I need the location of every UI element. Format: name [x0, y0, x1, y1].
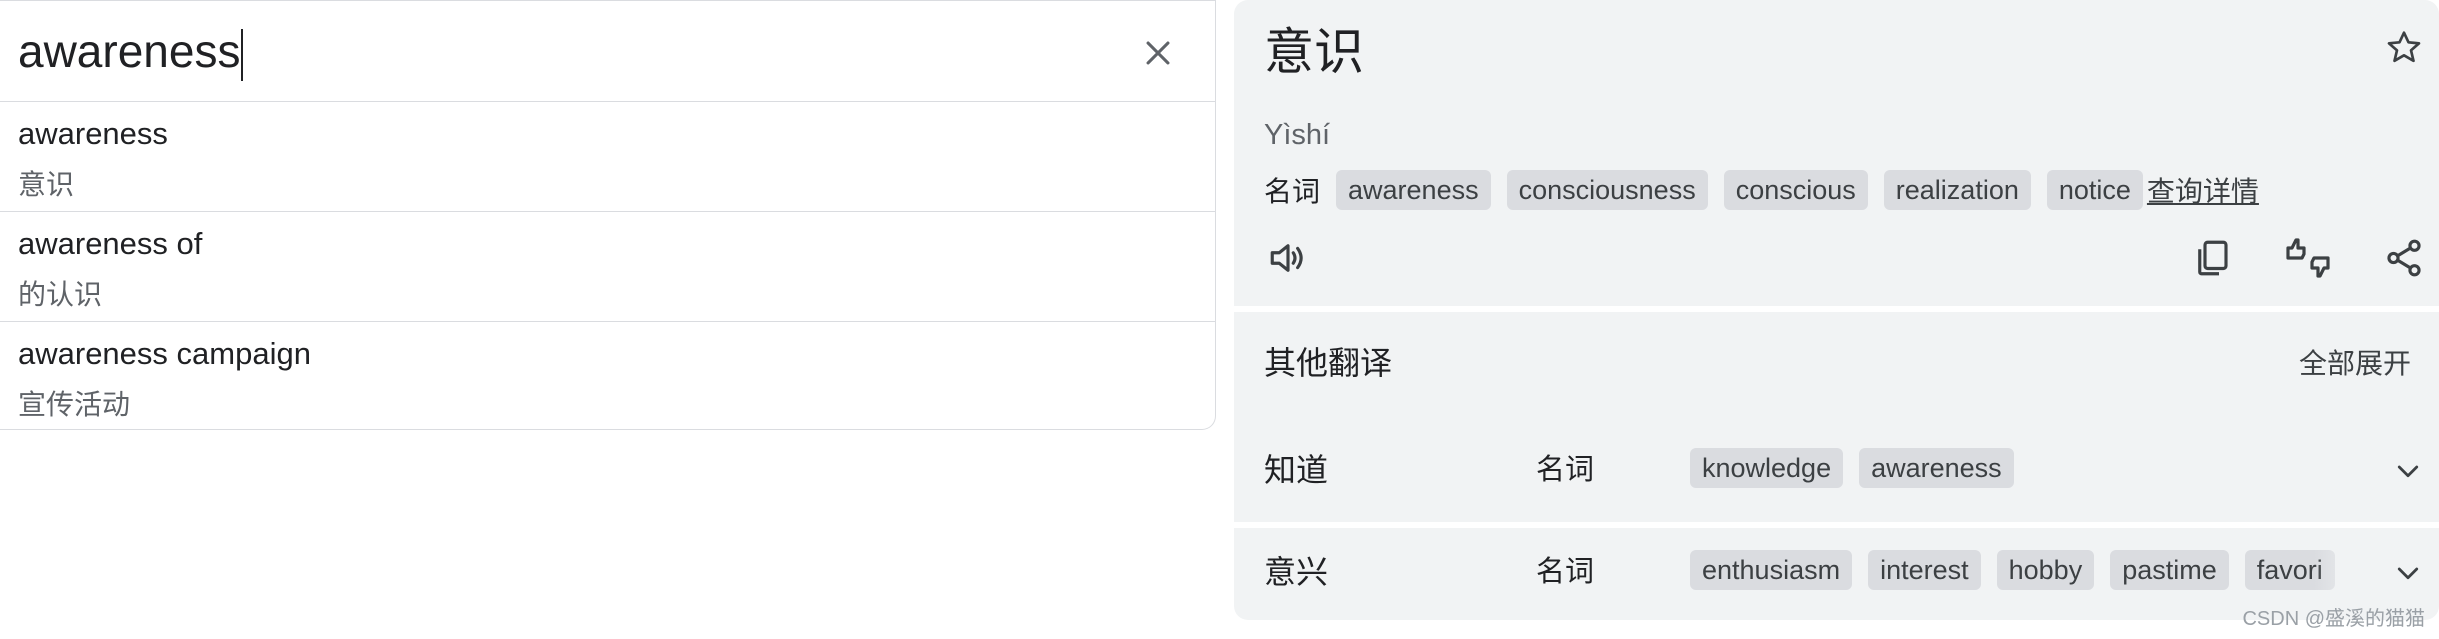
- suggestion-item[interactable]: awareness 意识: [0, 102, 1215, 212]
- expand-row-button[interactable]: [2390, 454, 2426, 490]
- thumbs-rate-icon: [2286, 238, 2330, 278]
- suggestion-term: awareness campaign: [18, 336, 311, 371]
- other-translation-word: 知道: [1264, 452, 1329, 488]
- romanization-text: Yìshí: [1264, 119, 1331, 151]
- star-icon: [2387, 31, 2421, 63]
- share-icon: [2387, 239, 2421, 277]
- suggestion-list: awareness 意识 awareness of 的认识 awareness …: [0, 102, 1215, 429]
- back-translation-chip[interactable]: interest: [1868, 550, 1981, 590]
- source-input-row: awareness: [0, 1, 1215, 102]
- suggestion-item[interactable]: awareness campaign 宣传活动: [0, 322, 1215, 429]
- main-translation-card: 意识 Yìshí 名词 awareness consciousness cons…: [1234, 0, 2439, 306]
- close-icon: [1146, 41, 1170, 65]
- copy-icon: [2198, 240, 2228, 276]
- other-translation-chips: enthusiasm interest hobby pastime favori: [1690, 550, 2370, 590]
- synonym-chip[interactable]: consciousness: [1506, 170, 1708, 210]
- copy-button[interactable]: [2188, 234, 2236, 282]
- back-translation-chip[interactable]: awareness: [1859, 448, 2014, 488]
- other-translations-title: 其他翻译: [1264, 345, 1393, 381]
- part-of-speech: 名词: [1264, 176, 1321, 207]
- back-translation-chip[interactable]: enthusiasm: [1690, 550, 1853, 590]
- suggestion-item[interactable]: awareness of 的认识: [0, 212, 1215, 322]
- back-translation-chip[interactable]: knowledge: [1690, 448, 1844, 488]
- expand-all-button[interactable]: 全部展开: [2299, 344, 2411, 384]
- watermark-text: CSDN @盛溪的猫猫: [2242, 608, 2425, 630]
- chevron-down-icon: [2397, 465, 2419, 478]
- synonym-chip[interactable]: notice: [2046, 170, 2143, 210]
- expand-row-button[interactable]: [2390, 556, 2426, 592]
- text-caret: [241, 28, 244, 81]
- suggestion-translation: 意识: [18, 169, 75, 200]
- synonym-chip[interactable]: conscious: [1723, 170, 1868, 210]
- other-translation-word: 意兴: [1264, 554, 1329, 590]
- chevron-down-icon: [2397, 567, 2419, 580]
- dictionary-row: 名词 awareness consciousness conscious rea…: [1264, 170, 2259, 210]
- suggestion-translation: 的认识: [18, 279, 103, 310]
- other-translation-row[interactable]: 知道 名词 knowledge awareness: [1234, 426, 2439, 516]
- details-link[interactable]: 查询详情: [2147, 170, 2259, 210]
- other-translation-pos: 名词: [1536, 454, 1595, 486]
- back-translation-chip[interactable]: pastime: [2110, 550, 2229, 590]
- save-translation-button[interactable]: [2382, 26, 2426, 70]
- rate-translation-button[interactable]: [2284, 234, 2332, 282]
- other-translation-pos: 名词: [1536, 556, 1595, 588]
- suggestion-term: awareness of: [18, 226, 203, 261]
- synonym-chip[interactable]: realization: [1883, 170, 2031, 210]
- suggestion-term: awareness: [18, 116, 168, 151]
- back-translation-chip[interactable]: hobby: [1996, 550, 2095, 590]
- source-panel: awareness awareness 意识 awareness of 的认识 …: [0, 0, 1216, 430]
- synonym-chip[interactable]: awareness: [1336, 170, 1491, 210]
- clear-source-button[interactable]: [1130, 25, 1186, 81]
- source-text-input[interactable]: awareness: [18, 23, 244, 81]
- share-button[interactable]: [2380, 234, 2428, 282]
- speaker-icon: [1270, 244, 1303, 272]
- other-translation-chips: knowledge awareness: [1690, 448, 2370, 488]
- listen-button[interactable]: [1264, 234, 1312, 282]
- suggestion-translation: 宣传活动: [18, 389, 131, 420]
- other-translations-card: 其他翻译 全部展开 知道 名词 knowledge awareness 意兴 名词…: [1234, 312, 2439, 620]
- translation-text: 意识: [1264, 24, 1364, 80]
- translation-panel: 意识 Yìshí 名词 awareness consciousness cons…: [1234, 0, 2439, 620]
